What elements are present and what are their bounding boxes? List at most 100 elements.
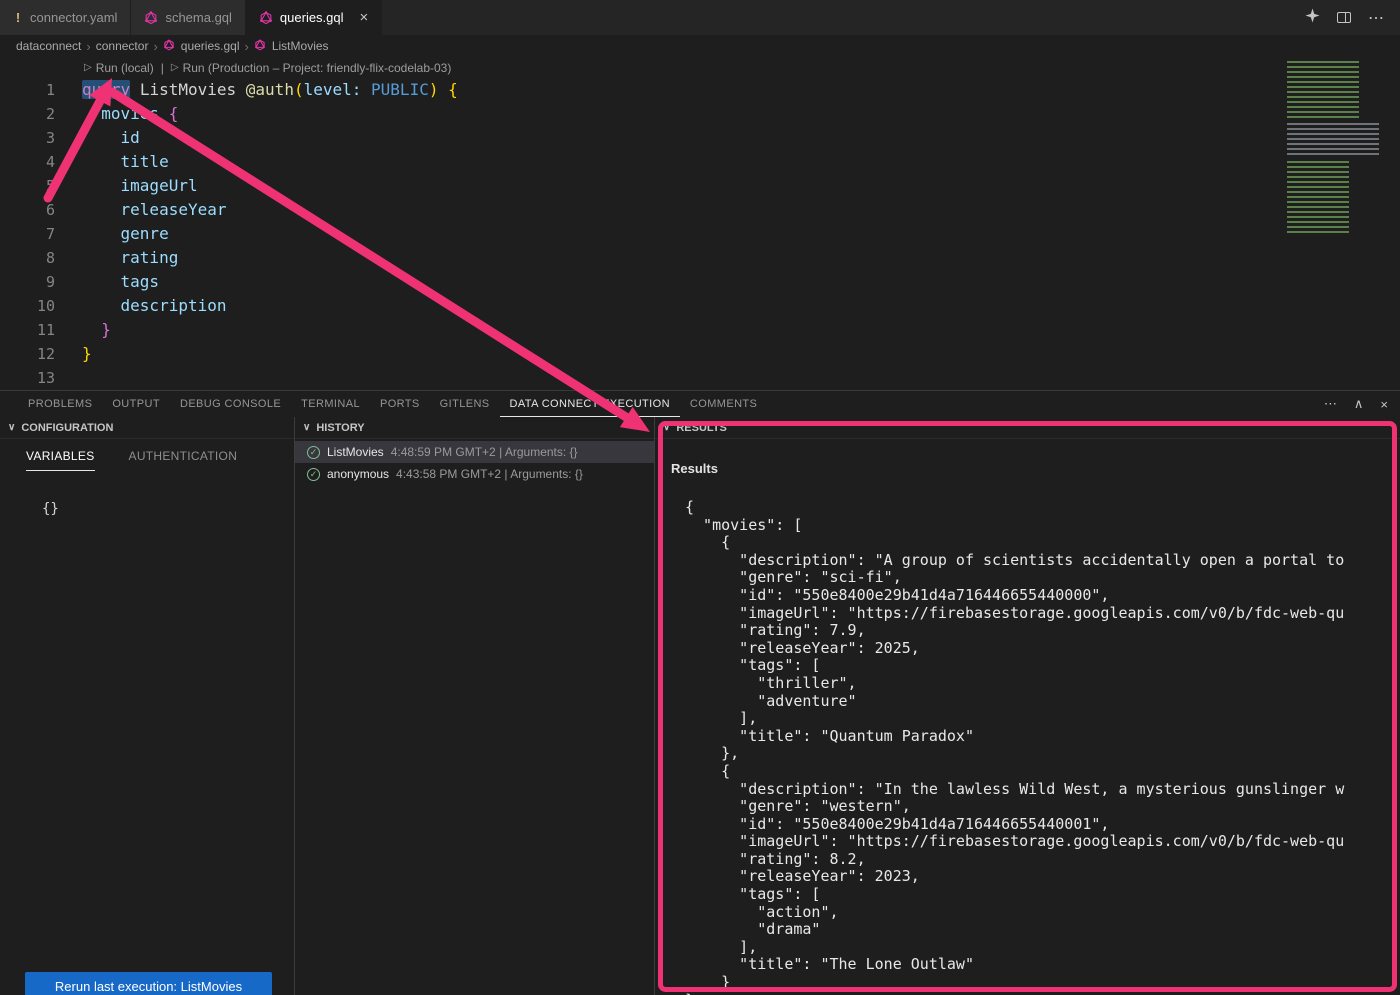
history-section: ∨ HISTORY ✓ListMovies4:48:59 PM GMT+2 | … [295, 417, 655, 995]
results-json-line: "adventure" [685, 693, 1400, 711]
more-actions-icon[interactable]: ⋯ [1368, 8, 1384, 28]
configuration-tabs: VARIABLES AUTHENTICATION [0, 439, 294, 471]
code-token: description [121, 296, 227, 315]
results-json-line: "drama" [685, 921, 1400, 939]
results-json-line: "title": "Quantum Paradox" [685, 728, 1400, 746]
breadcrumb-item-connector[interactable]: connector [96, 39, 149, 53]
tab-variables[interactable]: VARIABLES [26, 449, 95, 471]
panel-tab-data-connect-execution[interactable]: DATA CONNECT EXECUTION [500, 391, 680, 417]
panel-tab-debug-console[interactable]: DEBUG CONSOLE [170, 391, 291, 417]
code-token [82, 296, 121, 315]
code-line[interactable]: 7 genre [0, 222, 1400, 246]
code-line[interactable]: 12} [0, 342, 1400, 366]
code-token: title [121, 152, 169, 171]
tab-authentication[interactable]: AUTHENTICATION [129, 449, 238, 471]
tab-schema-gql[interactable]: schema.gql [131, 0, 245, 35]
code-token: @auth [246, 80, 294, 99]
tab-label: connector.yaml [30, 10, 117, 25]
results-json-line: "genre": "western", [685, 798, 1400, 816]
split-editor-icon[interactable] [1337, 12, 1351, 23]
results-json-line: "movies": [ [685, 517, 1400, 535]
panel-tab-output[interactable]: OUTPUT [102, 391, 170, 417]
line-number: 10 [0, 294, 55, 318]
code-token [236, 80, 246, 99]
code-line[interactable]: 11 } [0, 318, 1400, 342]
copilot-sparkle-icon[interactable] [1305, 8, 1320, 28]
code-line[interactable]: 9 tags [0, 270, 1400, 294]
code-token [82, 176, 121, 195]
history-entry-meta: 4:43:58 PM GMT+2 | Arguments: {} [396, 467, 583, 481]
results-json-output[interactable]: { "movies": [ { "description": "A group … [685, 499, 1400, 995]
panel-close-icon[interactable]: × [1380, 397, 1388, 412]
code-editor[interactable]: ▷ Run (local) | ▷ Run (Production – Proj… [0, 57, 1400, 390]
results-json-line: "genre": "sci-fi", [685, 569, 1400, 587]
code-text [55, 366, 82, 390]
minimap[interactable] [1283, 57, 1400, 239]
tab-connector-yaml[interactable]: ! connector.yaml [0, 0, 131, 35]
code-line[interactable]: 1query ListMovies @auth(level: PUBLIC) { [0, 78, 1400, 102]
line-number: 2 [0, 102, 55, 126]
history-entry-name: anonymous [327, 467, 389, 481]
code-text: title [55, 150, 169, 174]
panel-tab-gitlens[interactable]: GITLENS [430, 391, 500, 417]
code-token: query [82, 80, 130, 99]
graphql-file-icon [163, 39, 177, 53]
results-json-line: "thriller", [685, 675, 1400, 693]
code-line[interactable]: 8 rating [0, 246, 1400, 270]
code-token [438, 80, 448, 99]
panel-tab-ports[interactable]: PORTS [370, 391, 430, 417]
code-line[interactable]: 4 title [0, 150, 1400, 174]
code-text: description [55, 294, 227, 318]
results-json-line: "rating": 7.9, [685, 622, 1400, 640]
code-line[interactable]: 5 imageUrl [0, 174, 1400, 198]
results-json-line: "description": "A group of scientists ac… [685, 552, 1400, 570]
graphql-file-icon [144, 11, 158, 25]
breadcrumb-item-queries-gql[interactable]: queries.gql [163, 39, 240, 53]
graphql-operation-icon [254, 39, 268, 53]
configuration-header[interactable]: ∨ CONFIGURATION [0, 417, 294, 439]
codelens-divider: | [161, 61, 164, 75]
breadcrumb-item-dataconnect[interactable]: dataconnect [16, 39, 81, 53]
line-number: 12 [0, 342, 55, 366]
codelens-run-local[interactable]: ▷ Run (local) [84, 61, 154, 75]
results-header[interactable]: ∨ RESULTS [655, 417, 1400, 439]
variables-value[interactable]: {} [42, 501, 59, 517]
tab-label: schema.gql [165, 10, 231, 25]
code-line[interactable]: 10 description [0, 294, 1400, 318]
code-line[interactable]: 3 id [0, 126, 1400, 150]
codelens-run-production[interactable]: ▷ Run (Production – Project: friendly-fl… [171, 61, 452, 75]
editor-actions: ⋯ [1289, 0, 1400, 35]
code-token: id [121, 128, 140, 147]
history-entry[interactable]: ✓ListMovies4:48:59 PM GMT+2 | Arguments:… [295, 441, 654, 463]
code-token: rating [121, 248, 179, 267]
line-number: 5 [0, 174, 55, 198]
code-line[interactable]: 13 [0, 366, 1400, 390]
history-header[interactable]: ∨ HISTORY [295, 417, 654, 439]
history-entry-meta: 4:48:59 PM GMT+2 | Arguments: {} [391, 445, 578, 459]
code-token: } [101, 320, 111, 339]
results-json-line: "rating": 8.2, [685, 851, 1400, 869]
tab-queries-gql[interactable]: queries.gql × [246, 0, 382, 35]
chevron-down-icon: ∨ [303, 422, 310, 433]
panel-tab-comments[interactable]: COMMENTS [680, 391, 767, 417]
chevron-down-icon: ∨ [8, 422, 15, 433]
breadcrumb-item-listmovies[interactable]: ListMovies [254, 39, 329, 53]
breadcrumb: dataconnect › connector › queries.gql › … [0, 35, 1400, 57]
code-token [361, 80, 371, 99]
code-text: movies { [55, 102, 178, 126]
panel-tab-terminal[interactable]: TERMINAL [291, 391, 370, 417]
history-entry[interactable]: ✓anonymous4:43:58 PM GMT+2 | Arguments: … [295, 463, 654, 485]
code-token [82, 320, 101, 339]
tab-bar-empty-space [382, 0, 1289, 35]
line-number: 1 [0, 78, 55, 102]
panel-more-actions-icon[interactable]: ⋯ [1324, 396, 1337, 412]
code-line[interactable]: 2 movies { [0, 102, 1400, 126]
close-tab-icon[interactable]: × [360, 10, 369, 25]
rerun-last-execution-button[interactable]: Rerun last execution: ListMovies [25, 972, 272, 995]
code-line[interactable]: 6 releaseYear [0, 198, 1400, 222]
code-token: ListMovies [140, 80, 236, 99]
breadcrumb-label: ListMovies [272, 39, 329, 53]
panel-maximize-icon[interactable]: ∧ [1354, 396, 1364, 412]
panel-tab-problems[interactable]: PROBLEMS [18, 391, 102, 417]
history-list: ✓ListMovies4:48:59 PM GMT+2 | Arguments:… [295, 439, 654, 485]
